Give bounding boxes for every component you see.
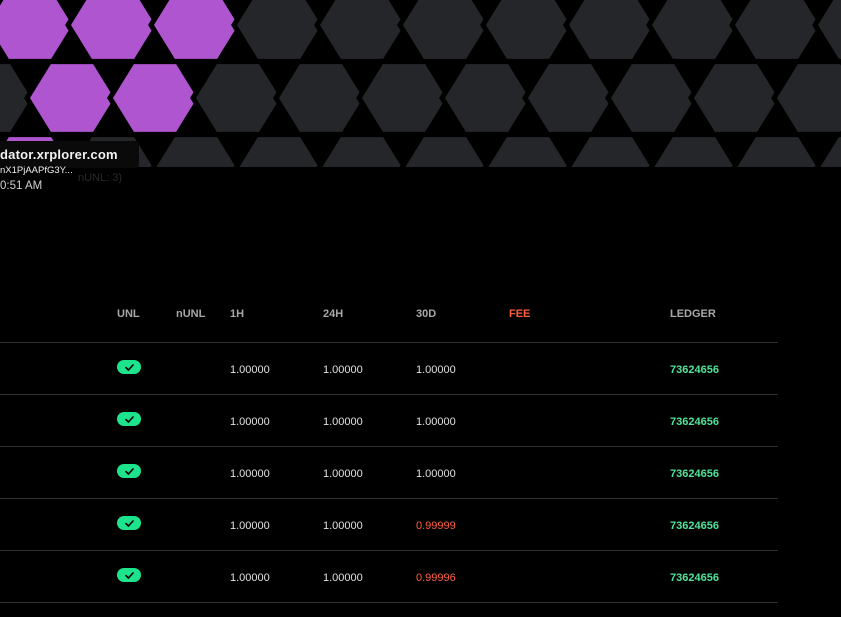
validator-hex-active[interactable] bbox=[65, 0, 161, 64]
validator-hex-active[interactable] bbox=[24, 59, 120, 137]
tooltip-nunl-hint: nUNL: 3) bbox=[78, 172, 123, 184]
cell-ledger[interactable]: 73624656 bbox=[670, 572, 719, 584]
table-row[interactable]: 1.00000 1.00000 1.00000 73624656 bbox=[0, 447, 778, 499]
header-fee[interactable]: FEE bbox=[509, 308, 530, 320]
table-row[interactable]: 1.00000 1.00000 0.99999 73624656 bbox=[0, 499, 778, 551]
table-row[interactable]: 1.00000 1.00000 0.99996 73624656 bbox=[0, 551, 778, 603]
validator-hex[interactable] bbox=[314, 0, 410, 64]
cell-24h: 1.00000 bbox=[323, 416, 363, 428]
validator-hex[interactable] bbox=[273, 59, 369, 137]
cell-ledger[interactable]: 73624656 bbox=[670, 416, 719, 428]
unl-check-icon bbox=[117, 464, 141, 478]
table-row[interactable]: 1.00000 1.00000 1.00000 73624656 bbox=[0, 343, 778, 395]
validator-hex[interactable] bbox=[399, 132, 491, 167]
validator-hex[interactable] bbox=[771, 59, 841, 137]
header-unl[interactable]: UNL bbox=[117, 308, 140, 320]
validator-hex[interactable] bbox=[648, 132, 740, 167]
validator-hex-active[interactable] bbox=[0, 0, 78, 64]
cell-ledger[interactable]: 73624656 bbox=[670, 364, 719, 376]
header-30d[interactable]: 30D bbox=[416, 308, 436, 320]
tooltip-domain: dator.xrplorer.com bbox=[0, 147, 118, 162]
validator-hex[interactable] bbox=[150, 132, 242, 167]
cell-1h: 1.00000 bbox=[230, 416, 270, 428]
validator-hex[interactable] bbox=[190, 59, 286, 137]
validator-hex[interactable] bbox=[729, 0, 825, 64]
cell-30d: 1.00000 bbox=[416, 364, 456, 376]
cell-30d: 0.99999 bbox=[416, 520, 456, 532]
validator-hex[interactable] bbox=[688, 59, 784, 137]
cell-ledger[interactable]: 73624656 bbox=[670, 468, 719, 480]
validator-hex-active[interactable] bbox=[107, 59, 203, 137]
unl-check-icon bbox=[117, 412, 141, 426]
validator-hex[interactable] bbox=[605, 59, 701, 137]
header-24h[interactable]: 24H bbox=[323, 308, 343, 320]
cell-24h: 1.00000 bbox=[323, 520, 363, 532]
validator-hex[interactable] bbox=[563, 0, 659, 64]
table-header: UNL nUNL 1H 24H 30D FEE LEDGER bbox=[0, 296, 778, 343]
table-row[interactable]: 1.00000 1.00000 1.00000 73624656 bbox=[0, 395, 778, 447]
validator-hex[interactable] bbox=[565, 132, 657, 167]
tooltip-public-key: nX1PjAAPfG3Y... bbox=[0, 165, 73, 176]
cell-24h: 1.00000 bbox=[323, 572, 363, 584]
validator-hex[interactable] bbox=[439, 59, 535, 137]
unl-check-icon bbox=[117, 360, 141, 374]
unl-check-icon bbox=[117, 568, 141, 582]
header-1h[interactable]: 1H bbox=[230, 308, 244, 320]
validator-hex[interactable] bbox=[480, 0, 576, 64]
tooltip-time: 0:51 AM bbox=[0, 180, 43, 192]
cell-1h: 1.00000 bbox=[230, 572, 270, 584]
cell-30d: 1.00000 bbox=[416, 416, 456, 428]
validator-hex[interactable] bbox=[646, 0, 742, 64]
validator-hex[interactable] bbox=[482, 132, 574, 167]
cell-1h: 1.00000 bbox=[230, 468, 270, 480]
header-nunl[interactable]: nUNL bbox=[176, 308, 205, 320]
validator-hex[interactable] bbox=[356, 59, 452, 137]
cell-24h: 1.00000 bbox=[323, 468, 363, 480]
validator-hex[interactable] bbox=[522, 59, 618, 137]
validator-hex[interactable] bbox=[233, 132, 325, 167]
validator-hex[interactable] bbox=[731, 132, 823, 167]
cell-1h: 1.00000 bbox=[230, 520, 270, 532]
validator-hex[interactable] bbox=[231, 0, 327, 64]
validator-hex[interactable] bbox=[814, 132, 841, 167]
header-ledger[interactable]: LEDGER bbox=[670, 308, 716, 320]
table-body: 1.00000 1.00000 1.00000 73624656 1.00000 1.00… bbox=[0, 343, 778, 603]
unl-check-icon bbox=[117, 516, 141, 530]
validator-hex-active[interactable] bbox=[148, 0, 244, 64]
validator-hex[interactable] bbox=[812, 0, 841, 64]
cell-24h: 1.00000 bbox=[323, 364, 363, 376]
cell-ledger[interactable]: 73624656 bbox=[670, 520, 719, 532]
validators-table: UNL nUNL 1H 24H 30D FEE LEDGER 1.00000 1.… bbox=[0, 296, 778, 603]
cell-30d: 0.99996 bbox=[416, 572, 456, 584]
cell-30d: 1.00000 bbox=[416, 468, 456, 480]
validator-hex[interactable] bbox=[397, 0, 493, 64]
cell-1h: 1.00000 bbox=[230, 364, 270, 376]
validator-hex[interactable] bbox=[316, 132, 408, 167]
